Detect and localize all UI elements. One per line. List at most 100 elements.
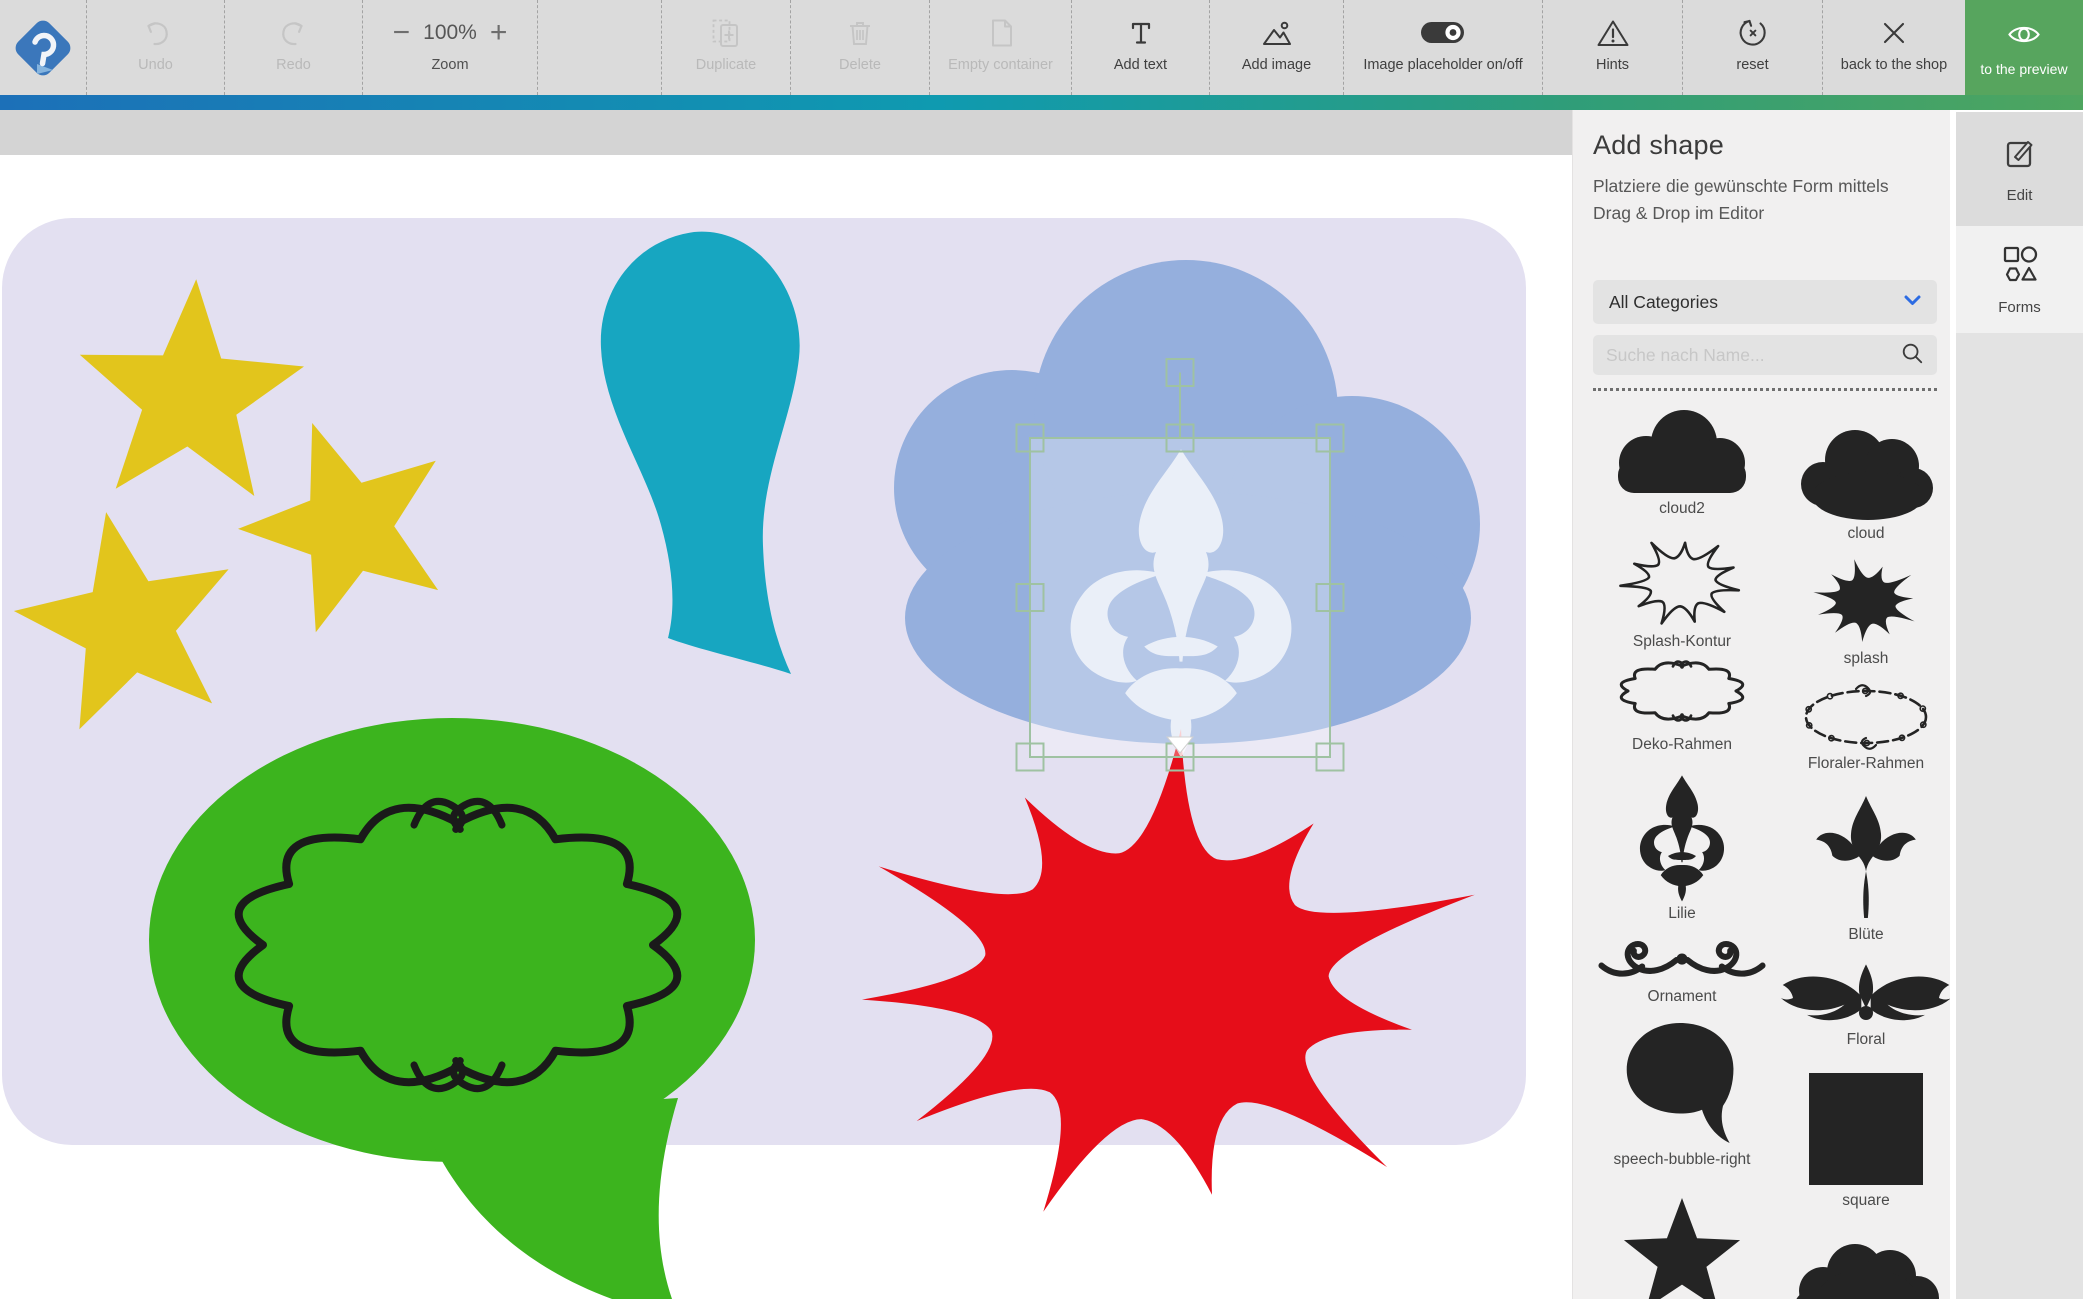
reset-icon <box>1737 13 1769 53</box>
shape-grid: cloud2 Splash-Kontur Deko-Rahmen Lilie Ornam… <box>1593 402 1936 1299</box>
toolbar-item-undo[interactable]: Undo <box>86 0 224 95</box>
shape-item-floraler-rahmen[interactable]: Floraler-Rahmen <box>1777 688 1950 777</box>
zoom-out-button[interactable]: − <box>393 18 411 48</box>
shape-item-label: cloud2 <box>1659 500 1705 522</box>
cloud2-shape-icon <box>1606 402 1758 497</box>
panel-divider <box>1593 388 1937 391</box>
shape-item-square[interactable]: square <box>1777 1073 1950 1214</box>
toolbar-item-redo[interactable]: Redo <box>224 0 362 95</box>
shape-item-bluete[interactable]: Blüte <box>1777 791 1950 948</box>
toolbar-item-label: Add text <box>1114 57 1167 73</box>
forms-icon <box>2000 243 2040 288</box>
toolbar-item-label: reset <box>1736 57 1768 73</box>
shape-item-lilie[interactable]: Lilie <box>1593 772 1771 927</box>
ornament-shape-icon <box>1593 943 1771 985</box>
shape-item-star[interactable]: star <box>1593 1195 1771 1299</box>
shape-search-input[interactable]: Suche nach Name... <box>1593 335 1937 375</box>
shape-item-think-bubble[interactable]: think-bubble <box>1777 1236 1950 1299</box>
shape-item-cloud2[interactable]: cloud2 <box>1593 402 1771 522</box>
toolbar-item-label: Add image <box>1242 57 1311 73</box>
speech-bubble-right-shape-icon <box>1621 1030 1743 1148</box>
logo-icon <box>7 12 79 84</box>
toolbar-item-spacer <box>537 0 661 95</box>
shape-item-ornament[interactable]: Ornament <box>1593 943 1771 1010</box>
toolbar-item-add-image[interactable]: Add image <box>1209 0 1343 95</box>
splash-kontur-shape-icon <box>1615 550 1749 630</box>
shape-item-label: Floral <box>1847 1031 1886 1053</box>
editor-canvas[interactable] <box>0 110 1572 1299</box>
category-dropdown-value: All Categories <box>1609 292 1904 313</box>
toolbar-item-reset[interactable]: reset <box>1682 0 1822 95</box>
toolbar-item-back-to-shop[interactable]: back to the shop <box>1822 0 1965 95</box>
shape-item-label: Lilie <box>1668 905 1696 927</box>
toolbar-item-label: Hints <box>1596 57 1629 73</box>
star-shape-icon <box>1620 1195 1744 1299</box>
shape-item-deko-rahmen[interactable]: Deko-Rahmen <box>1593 671 1771 758</box>
square-shape-icon <box>1805 1073 1927 1189</box>
shape-item-label: cloud <box>1847 525 1884 547</box>
tab-edit[interactable]: Edit <box>1956 112 2083 226</box>
shape-item-label: splash <box>1844 650 1889 672</box>
search-placeholder: Suche nach Name... <box>1606 345 1900 366</box>
delete-icon <box>844 13 876 53</box>
tab-forms[interactable]: Forms <box>1956 226 2083 333</box>
shape-item-label: square <box>1842 1192 1889 1214</box>
shape-item-label: speech-bubble-right <box>1613 1151 1750 1173</box>
to-the-preview-button[interactable]: to the preview <box>1965 0 2083 95</box>
toolbar-item-label: Zoom <box>431 57 468 73</box>
toolbar-item-label: Undo <box>138 57 173 73</box>
think-bubble-shape-icon <box>1785 1236 1947 1299</box>
panel-title: Add shape <box>1593 130 1936 161</box>
bluete-shape-icon <box>1813 791 1919 923</box>
search-icon <box>1900 341 1924 370</box>
deko-rahmen-shape-icon <box>1606 671 1758 733</box>
toolbar-item-label: back to the shop <box>1841 57 1947 73</box>
undo-icon <box>139 13 173 53</box>
empty-container-icon <box>986 13 1016 53</box>
cloud-shape-icon <box>1795 402 1937 522</box>
splash-shape-icon <box>1805 565 1927 647</box>
panel-subtitle-line2: Drag & Drop im Editor <box>1593 200 1936 227</box>
edit-icon <box>2002 135 2038 176</box>
back-to-shop-icon <box>1879 13 1909 53</box>
shape-item-label: Floraler-Rahmen <box>1808 755 1924 777</box>
redo-icon <box>277 13 311 53</box>
toolbar-item-add-text[interactable]: Add text <box>1071 0 1209 95</box>
zoom-in-button[interactable]: + <box>490 18 508 48</box>
lilie-shape-icon <box>1626 772 1738 902</box>
floral-shape-icon <box>1777 964 1950 1028</box>
toolbar-item-empty-container[interactable]: Empty container <box>929 0 1071 95</box>
toolbar: UndoRedo−100%+ZoomDuplicateDeleteEmpty c… <box>0 0 2083 95</box>
shape-item-label: Blüte <box>1848 926 1883 948</box>
shape-item-splash-kontur[interactable]: Splash-Kontur <box>1593 550 1771 655</box>
add-text-icon <box>1125 13 1157 53</box>
shape-item-floral[interactable]: Floral <box>1777 964 1950 1053</box>
right-sidebar: Edit Forms <box>1956 110 2083 1299</box>
toolbar-item-hints[interactable]: Hints <box>1542 0 1682 95</box>
sidebar-filler <box>1956 333 2083 1299</box>
shape-item-label: Deko-Rahmen <box>1632 736 1732 758</box>
shape-item-label: Ornament <box>1648 988 1717 1010</box>
shape-item-cloud[interactable]: cloud <box>1777 402 1950 547</box>
add-image-icon <box>1259 13 1295 53</box>
category-dropdown[interactable]: All Categories <box>1593 280 1937 324</box>
toolbar-item-duplicate[interactable]: Duplicate <box>661 0 790 95</box>
toolbar-item-image-placeholder[interactable]: Image placeholder on/off <box>1343 0 1542 95</box>
canvas-top-margin <box>0 110 1572 155</box>
add-shape-panel: Add shape Platziere die gewünschte Form … <box>1572 110 1950 1299</box>
shape-item-splash[interactable]: splash <box>1777 565 1950 672</box>
image-placeholder-icon <box>1419 13 1467 53</box>
shape-item-speech-bubble-right[interactable]: speech-bubble-right <box>1593 1030 1771 1173</box>
panel-subtitle: Platziere die gewünschte Form mittels Dr… <box>1593 173 1936 227</box>
toolbar-item-delete[interactable]: Delete <box>790 0 929 95</box>
accent-gradient-bar <box>0 95 2083 110</box>
hints-icon <box>1595 13 1631 53</box>
chevron-down-icon <box>1904 293 1921 311</box>
toolbar-item-zoom[interactable]: −100%+Zoom <box>362 0 537 95</box>
app-logo[interactable] <box>0 0 86 95</box>
toolbar-item-label: Image placeholder on/off <box>1363 57 1522 73</box>
preview-button-label: to the preview <box>1980 61 2067 77</box>
tab-edit-label: Edit <box>2007 187 2033 204</box>
floraler-rahmen-shape-icon <box>1790 688 1942 752</box>
toolbar-item-label: Empty container <box>948 57 1053 73</box>
